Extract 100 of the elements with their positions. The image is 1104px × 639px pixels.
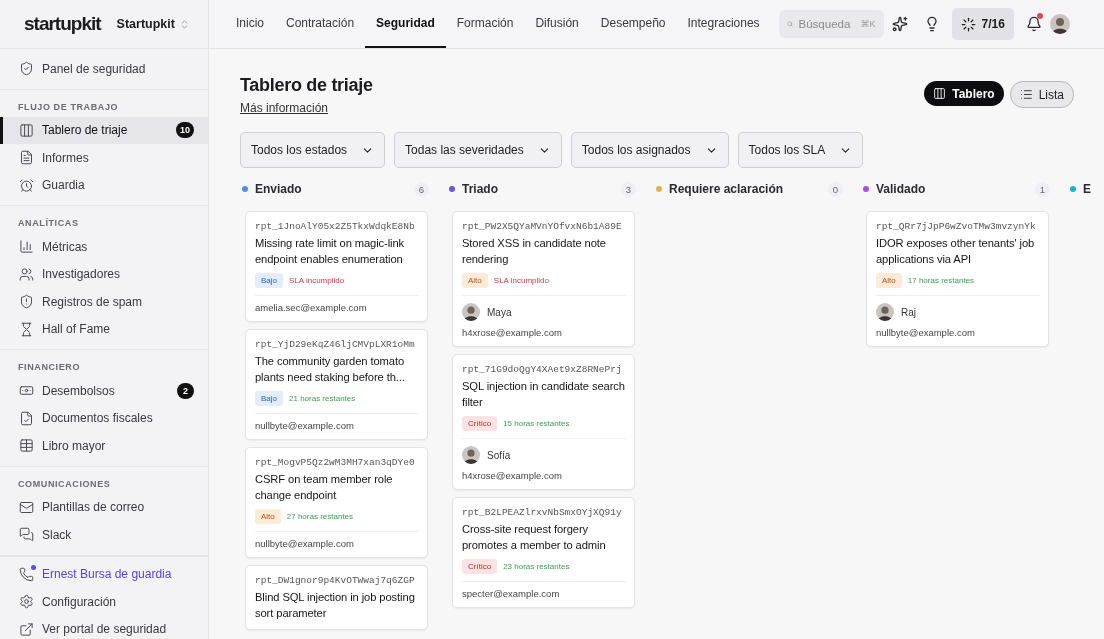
- view-toggle[interactable]: Lista: [1009, 81, 1074, 108]
- report-card[interactable]: rpt_1JnoAlY05x2Z5TkxWdqkE8Nb Missing rate limit on magic-link endpoint enables enumeration Bajo SLA incumplido amelia.sec@example.com: [245, 211, 428, 322]
- page-title: Tablero de triaje: [240, 75, 373, 96]
- search-input[interactable]: Búsqueda: [798, 18, 855, 30]
- sidebar-item[interactable]: Métricas: [0, 233, 208, 261]
- sidebar-item[interactable]: Ver portal de seguridad: [0, 615, 208, 639]
- report-card[interactable]: rpt_YjD29eKqZ46ljCMVpLXR1oMm The community garden tomato plants need staking before th... Bajo 21 horas restantes nullbyte@example.com: [245, 329, 428, 440]
- report-id: rpt_B2LPEAZlrxvNbSmxOYjXQ91y: [462, 507, 623, 518]
- sidebar-item[interactable]: Registros de spam: [0, 288, 208, 316]
- report-title: The community garden tomato plants need staking before th...: [255, 354, 406, 385]
- sidebar-item[interactable]: Libro mayor: [0, 432, 208, 460]
- logo: startupkit: [24, 13, 101, 35]
- shield-alert-icon: [19, 294, 34, 310]
- report-card[interactable]: rpt_MogvP5Qz2wM3MH7xan3qDYe0 CSRF on team member role change endpoint Alto 27 horas restantes nullbyte@example.com: [245, 447, 428, 558]
- sidebar-item[interactable]: Configuración: [0, 588, 208, 616]
- document-check-icon: [19, 410, 34, 426]
- progress-button[interactable]: 7/16: [951, 8, 1014, 40]
- reporter-email: nullbyte@example.com: [255, 538, 355, 549]
- nav-tab[interactable]: Seguridad: [365, 0, 446, 48]
- sidebar-item[interactable]: Hall of Fame: [0, 315, 208, 343]
- shortcut-hint: ⌘K: [860, 19, 876, 29]
- sidebar-item[interactable]: Documentos fiscales: [0, 404, 208, 432]
- filter-dropdown[interactable]: Todos los SLA: [737, 132, 864, 168]
- spinner-icon: [960, 16, 976, 32]
- severity-tag: Bajo: [255, 273, 283, 288]
- filter-dropdown[interactable]: Todos los estados: [240, 132, 386, 168]
- sidebar-item[interactable]: Informes: [0, 144, 208, 172]
- severity-tag: Alto: [876, 273, 902, 288]
- report-title: Stored XSS in candidate note rendering: [462, 236, 607, 267]
- report-id: rpt_YjD29eKqZ46ljCMVpLXR1oMm: [255, 339, 416, 350]
- sidebar-item[interactable]: Desembolsos 2: [0, 377, 208, 405]
- report-id: rpt_PW2X5QYaMVnYOfvxN6b1A89E: [462, 221, 623, 232]
- assignee-name: Maya: [487, 306, 512, 318]
- sla-status: SLA incumplido: [493, 276, 549, 285]
- filter-dropdown[interactable]: Todas las severidades: [394, 132, 562, 168]
- severity-tag: Alto: [462, 273, 488, 288]
- column-title: Requiere aclaración: [669, 182, 785, 196]
- assignee-name: Sofía: [487, 449, 511, 461]
- report-card[interactable]: rpt_DW1gnor9p4KvOTWwaj7q6ZGP Blind SQL injection in job posting sort parameter: [245, 565, 428, 630]
- column-count: 6: [413, 181, 429, 197]
- unread-dot: [1036, 13, 1043, 19]
- reporter-email: h4xrose@example.com: [462, 470, 563, 481]
- sidebar-item[interactable]: Ernest Bursa de guardia: [0, 560, 208, 588]
- report-id: rpt_DW1gnor9p4KvOTWwaj7q6ZGP: [255, 575, 416, 586]
- sla-status: 15 horas restantes: [503, 419, 570, 428]
- sla-status: 21 horas restantes: [289, 394, 356, 403]
- report-title: Cross-site request forgery promotes a member to admin: [462, 522, 607, 553]
- more-info-link[interactable]: Más información: [240, 101, 329, 115]
- count-badge: 2: [177, 382, 194, 399]
- report-card[interactable]: rpt_B2LPEAZlrxvNbSmxOYjXQ91y Cross-site request forgery promotes a member to admin Crítico 23 horas restantes specter@example.com: [452, 497, 635, 608]
- sla-status: 17 horas restantes: [907, 276, 975, 285]
- hourglass-icon: [19, 321, 34, 337]
- external-link-icon: [19, 621, 34, 637]
- avatar: [462, 446, 480, 464]
- sidebar-item[interactable]: Plantillas de correo: [0, 493, 208, 521]
- reporter-email: amelia.sec@example.com: [255, 302, 368, 313]
- bell-icon: [1025, 16, 1042, 32]
- nav-tab[interactable]: Inicio: [225, 0, 275, 48]
- nav-tab[interactable]: Difusión: [524, 0, 590, 48]
- nav-tab[interactable]: Contratación: [275, 0, 366, 48]
- report-title: IDOR exposes other tenants' job applications via API: [876, 236, 1036, 267]
- sidebar-item[interactable]: Tablero de triaje 10: [0, 116, 208, 144]
- sla-status: SLA incumplido: [289, 276, 345, 285]
- view-toggle[interactable]: Tablero: [924, 81, 1004, 106]
- chat-icon: [19, 527, 34, 543]
- report-title: Blind SQL injection in job posting sort parameter: [255, 590, 416, 621]
- reporter-email: nullbyte@example.com: [876, 327, 976, 338]
- report-id: rpt_QRr7jJpP6wZvoTMw3mvzynYk: [876, 221, 1037, 232]
- avatar: [876, 303, 894, 321]
- sidebar-item[interactable]: Slack: [0, 521, 208, 549]
- column-title: Triado: [462, 182, 499, 196]
- nav-tab[interactable]: Desempeño: [589, 0, 677, 48]
- nav-tab[interactable]: Formación: [445, 0, 525, 48]
- filter-dropdown[interactable]: Todos los asignados: [570, 132, 729, 168]
- sidebar-item[interactable]: Investigadores: [0, 260, 208, 288]
- search-icon: [786, 18, 793, 30]
- column-count: 1: [1034, 181, 1050, 197]
- report-title: CSRF on team member role change endpoint: [255, 472, 394, 503]
- columns-icon: [933, 87, 947, 100]
- report-card[interactable]: rpt_PW2X5QYaMVnYOfvxN6b1A89E Stored XSS in candidate note rendering Alto SLA incumplido Maya h4xrose@example.com: [452, 211, 635, 347]
- section-title: FINANCIERO: [17, 361, 81, 374]
- report-id: rpt_71G9doQgY4XAet9xZ8RNePrj: [462, 364, 623, 375]
- alarm-icon: [19, 177, 34, 193]
- report-id: rpt_1JnoAlY05x2Z5TkxWdqkE8Nb: [255, 221, 416, 232]
- report-id: rpt_MogvP5Qz2wM3MH7xan3qDYe0: [255, 457, 416, 468]
- mail-icon: [19, 499, 34, 515]
- nav-tab[interactable]: Integraciones: [676, 0, 771, 48]
- report-card[interactable]: rpt_QRr7jJpP6wZvoTMw3mvzynYk IDOR exposes other tenants' job applications via API Alto 17 horas restantes Raj nullbyte@example.com: [866, 211, 1049, 347]
- column-title: E: [1083, 182, 1092, 196]
- report-card[interactable]: rpt_71G9doQgY4XAet9xZ8RNePrj SQL injection in candidate search filter Crítico 15 horas restantes Sofía h4xrose@example.com: [452, 354, 635, 490]
- shield-icon: [19, 61, 34, 77]
- sparkles-icon: [891, 16, 908, 32]
- workspace-switcher[interactable]: Startupkit: [116, 17, 190, 31]
- column-count: 3: [620, 181, 636, 197]
- section-title: COMUNICACIONES: [17, 477, 112, 491]
- sidebar-item[interactable]: Guardia: [0, 171, 208, 199]
- sidebar-item[interactable]: Panel de seguridad: [0, 55, 208, 83]
- assignee-name: Raj: [901, 306, 916, 318]
- users-icon: [19, 266, 34, 282]
- avatar: [1049, 14, 1070, 34]
